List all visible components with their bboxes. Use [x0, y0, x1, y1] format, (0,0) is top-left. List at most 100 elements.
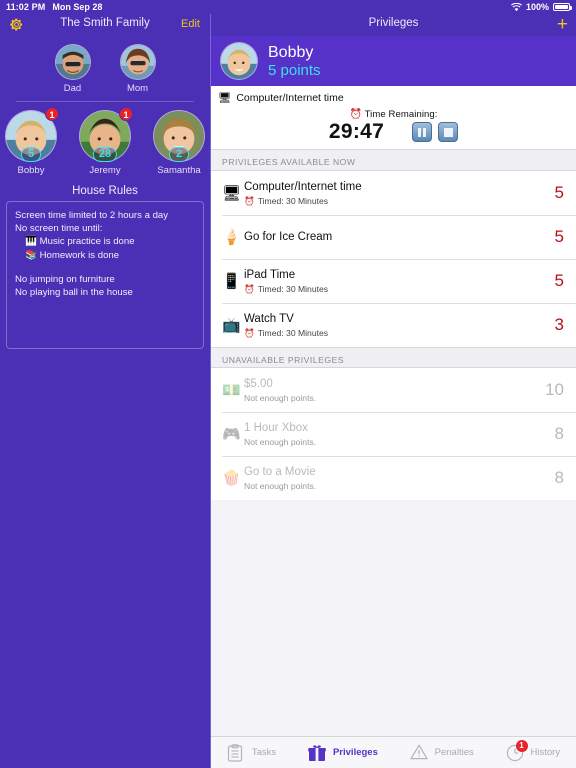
battery-percent: 100% — [525, 2, 549, 12]
child-name: Jeremy — [89, 165, 121, 176]
gift-icon — [308, 744, 326, 762]
house-rules-title: House Rules — [72, 185, 138, 197]
privilege-text: Go for Ice Cream — [244, 230, 555, 244]
rule-line: Screen time limited to 2 hours a day — [15, 210, 169, 221]
privilege-cost: 5 — [554, 227, 564, 246]
edit-button[interactable]: Edit — [181, 18, 200, 30]
parent-dad[interactable]: Dad — [54, 44, 91, 94]
privileges-panel: Privileges + Bobby 5 points 🖥 Computer/I… — [211, 14, 576, 768]
privilege-sub: ⏰ Timed: 30 Minutes — [244, 327, 555, 339]
status-bar: 11:02 PM Mon Sep 28 100% — [0, 0, 576, 14]
privilege-cost: 5 — [554, 183, 564, 202]
timer-controls-row: 29:47 — [211, 120, 576, 144]
family-title: The Smith Family — [60, 17, 150, 29]
status-bar-left: 11:02 PM Mon Sep 28 — [6, 0, 102, 14]
privilege-label: Go to a Movie — [244, 465, 316, 478]
timer-title-row: 🖥 Computer/Internet time — [218, 91, 344, 105]
privilege-sub-text: Timed: 30 Minutes — [257, 283, 329, 294]
page-title: Privileges — [368, 17, 419, 29]
status-time: 11:02 PM — [6, 2, 46, 12]
mom-avatar[interactable] — [119, 44, 156, 80]
privilege-label: Computer/Internet time — [244, 180, 362, 193]
user-name: Bobby — [268, 43, 314, 61]
monitor-icon: 🖥 — [218, 92, 232, 104]
wifi-icon — [511, 2, 522, 12]
panel-nav-bar: Privileges + — [211, 14, 576, 36]
privilege-sub-text: Not enough points. — [244, 480, 317, 491]
time-remaining-label: Time Remaining: — [364, 109, 438, 120]
privilege-row[interactable]: 📺 Watch TV ⏰ Timed: 30 Minutes 3 — [211, 303, 576, 347]
tab-penalties[interactable]: Penalties — [408, 744, 476, 762]
privilege-sub: ⏰ Timed: 30 Minutes — [244, 195, 555, 207]
tab-label: Penalties — [434, 747, 474, 758]
parent-name: Dad — [63, 83, 82, 94]
stop-icon[interactable] — [438, 122, 459, 142]
sidebar: The Smith Family Edit Dad Mom 1 5 Bobby … — [0, 14, 210, 768]
child-bobby[interactable]: 1 5 Bobby — [5, 107, 59, 176]
time-remaining-label-row: ⏰ Time Remaining: — [211, 109, 576, 120]
plus-icon[interactable]: + — [557, 13, 568, 37]
monitor-icon: 🖥 — [222, 185, 242, 202]
alarm-clock-icon: ⏰ — [244, 327, 255, 338]
tab-history[interactable]: 1 History — [504, 739, 563, 762]
privilege-text: 1 Hour Xbox Not enough points. — [244, 421, 555, 448]
child-jeremy[interactable]: 1 28 Jeremy — [79, 107, 133, 176]
dad-avatar[interactable] — [54, 44, 91, 80]
privilege-sub-text: Timed: 30 Minutes — [257, 327, 329, 338]
privilege-label: 1 Hour Xbox — [244, 421, 308, 434]
battery-icon — [553, 3, 572, 11]
status-bar-right: 100% — [511, 0, 572, 14]
house-rules-box: Screen time limited to 2 hours a day No … — [6, 201, 204, 349]
timer-title: Computer/Internet time — [236, 91, 344, 104]
privilege-row: 🎮 1 Hour Xbox Not enough points. 8 — [211, 412, 576, 456]
timer-digits: 29:47 — [328, 120, 385, 143]
privilege-text: iPad Time ⏰ Timed: 30 Minutes — [244, 268, 555, 295]
privilege-text: Computer/Internet time ⏰ Timed: 30 Minut… — [244, 180, 555, 207]
pause-icon[interactable] — [412, 122, 433, 142]
tab-bar: Tasks Privileges Penalties 1 History — [211, 736, 576, 768]
alarm-clock-icon: ⏰ — [349, 109, 363, 120]
books-icon: 📚 — [25, 249, 37, 261]
notification-badge: 1 — [45, 107, 59, 121]
points-badge: 5 — [21, 147, 41, 162]
privilege-sub-text: Timed: 30 Minutes — [257, 195, 329, 206]
child-samantha[interactable]: 2 Samantha — [153, 110, 205, 176]
rule-line: No playing ball in the house — [15, 287, 133, 299]
tab-tasks[interactable]: Tasks — [225, 743, 278, 762]
money-icon: 💵 — [222, 382, 241, 399]
privilege-row[interactable]: 🖥 Computer/Internet time ⏰ Timed: 30 Min… — [211, 171, 576, 215]
user-info: Bobby 5 points — [268, 44, 321, 79]
parent-mom[interactable]: Mom — [119, 44, 156, 94]
points-badge: 2 — [169, 147, 189, 162]
popcorn-icon: 🍿 — [222, 470, 241, 487]
parent-name: Mom — [126, 83, 149, 94]
parents-row: Dad Mom — [0, 44, 210, 94]
privilege-row: 💵 $5.00 Not enough points. 10 — [211, 368, 576, 412]
ice-cream-icon: 🍦 — [222, 229, 241, 246]
clipboard-icon — [227, 743, 245, 762]
child-name: Bobby — [17, 165, 45, 176]
privilege-row[interactable]: 🍦 Go for Ice Cream 5 — [211, 215, 576, 259]
privilege-row[interactable]: 📱 iPad Time ⏰ Timed: 30 Minutes 5 — [211, 259, 576, 303]
warning-triangle-icon — [410, 744, 428, 762]
user-avatar[interactable] — [220, 42, 258, 80]
privilege-label: $5.00 — [244, 377, 273, 390]
sidebar-nav-bar: The Smith Family Edit — [0, 14, 210, 36]
user-points: 5 points — [268, 61, 321, 79]
privilege-sub: ⏰ Timed: 30 Minutes — [244, 283, 555, 295]
rule-line: 📚 Homework is done — [25, 249, 120, 261]
mobile-device-icon: 📱 — [222, 273, 241, 290]
tab-label: Privileges — [332, 747, 378, 758]
sidebar-divider — [16, 101, 194, 102]
privilege-label: Watch TV — [244, 312, 294, 325]
points-badge: 28 — [92, 147, 118, 162]
user-header: Bobby 5 points — [211, 36, 576, 86]
alarm-clock-icon: ⏰ — [244, 283, 255, 294]
panel-empty-space — [211, 500, 576, 714]
tab-privileges[interactable]: Privileges — [306, 744, 380, 762]
privilege-row: 🍿 Go to a Movie Not enough points. 8 — [211, 456, 576, 500]
unavailable-privileges-list: 💵 $5.00 Not enough points. 10 🎮 1 Hour X… — [211, 368, 576, 500]
television-icon: 📺 — [222, 317, 241, 334]
privilege-cost: 10 — [545, 380, 564, 399]
child-name: Samantha — [157, 165, 201, 176]
